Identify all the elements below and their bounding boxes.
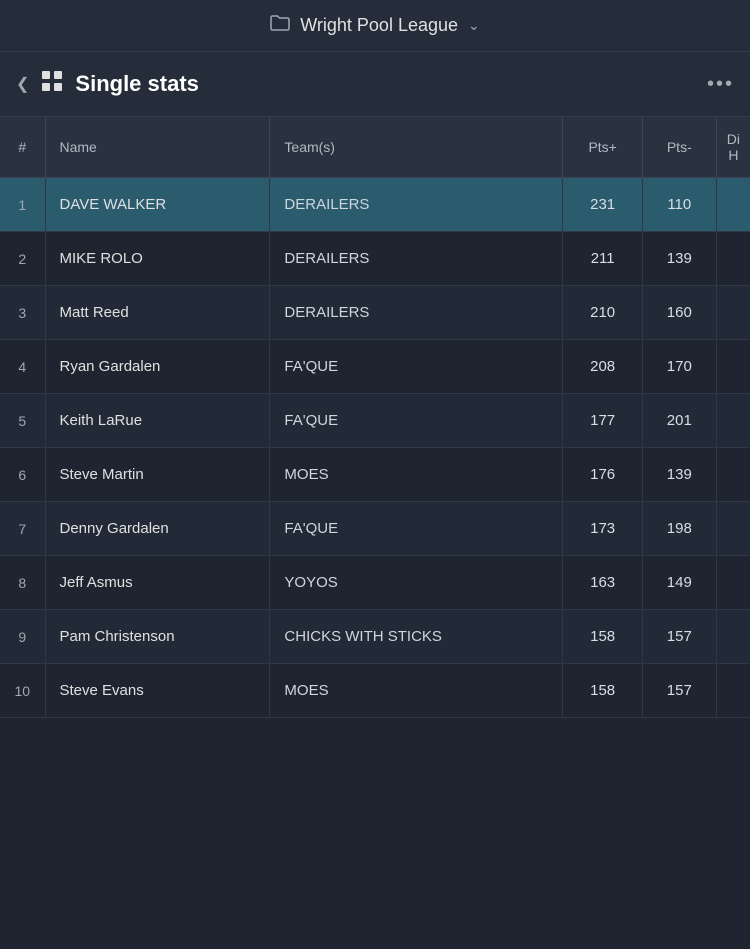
teams-cell: DERAILERS [270,286,563,340]
rank-cell: 4 [0,340,45,394]
di-cell [716,286,750,340]
teams-cell: MOES [270,664,563,718]
table-row: 1DAVE WALKERDERAILERS231110 [0,178,750,232]
name-cell: Steve Evans [45,664,270,718]
pts-plus-cell: 231 [563,178,642,232]
col-header-name: Name [45,117,270,178]
di-cell [716,502,750,556]
table-row: 8Jeff AsmusYOYOS163149 [0,556,750,610]
col-header-di: DiH [716,117,750,178]
name-cell: Pam Christenson [45,610,270,664]
pts-minus-cell: 110 [642,178,716,232]
pts-plus-cell: 208 [563,340,642,394]
teams-cell: DERAILERS [270,232,563,286]
section-title: Single stats [75,71,695,97]
rank-cell: 9 [0,610,45,664]
di-cell [716,448,750,502]
name-cell: Ryan Gardalen [45,340,270,394]
teams-cell: FA'QUE [270,394,563,448]
table-row: 5Keith LaRueFA'QUE177201 [0,394,750,448]
more-options-icon[interactable]: ••• [707,73,734,96]
pts-minus-cell: 160 [642,286,716,340]
rank-cell: 10 [0,664,45,718]
name-cell: DAVE WALKER [45,178,270,232]
pts-minus-cell: 157 [642,610,716,664]
rank-cell: 7 [0,502,45,556]
table-row: 6Steve MartinMOES176139 [0,448,750,502]
pts-plus-cell: 177 [563,394,642,448]
teams-cell: FA'QUE [270,502,563,556]
pts-plus-cell: 158 [563,610,642,664]
di-cell [716,232,750,286]
table-row: 3Matt ReedDERAILERS210160 [0,286,750,340]
pts-plus-cell: 211 [563,232,642,286]
pts-plus-cell: 158 [563,664,642,718]
rank-cell: 2 [0,232,45,286]
folder-icon [270,14,290,37]
di-cell [716,610,750,664]
di-cell [716,664,750,718]
col-header-pts-minus: Pts- [642,117,716,178]
stats-table: # Name Team(s) Pts+ Pts- DiH 1DAVE WALKE… [0,117,750,718]
top-bar: Wright Pool League ⌄ [0,0,750,52]
table-header-row: # Name Team(s) Pts+ Pts- DiH [0,117,750,178]
table-row: 7Denny GardalenFA'QUE173198 [0,502,750,556]
teams-cell: FA'QUE [270,340,563,394]
name-cell: Denny Gardalen [45,502,270,556]
grid-icon [41,70,63,98]
collapse-icon[interactable]: ❮ [16,74,29,94]
pts-plus-cell: 163 [563,556,642,610]
name-cell: Matt Reed [45,286,270,340]
rank-cell: 3 [0,286,45,340]
pts-minus-cell: 149 [642,556,716,610]
name-cell: Steve Martin [45,448,270,502]
pts-minus-cell: 157 [642,664,716,718]
pts-plus-cell: 176 [563,448,642,502]
table-row: 2MIKE ROLODERAILERS211139 [0,232,750,286]
teams-cell: DERAILERS [270,178,563,232]
pts-minus-cell: 198 [642,502,716,556]
chevron-down-icon[interactable]: ⌄ [468,17,480,34]
rank-cell: 5 [0,394,45,448]
pts-plus-cell: 173 [563,502,642,556]
rank-cell: 8 [0,556,45,610]
pts-minus-cell: 139 [642,448,716,502]
col-header-teams: Team(s) [270,117,563,178]
di-cell [716,340,750,394]
section-header: ❮ Single stats ••• [0,52,750,117]
table-row: 10Steve EvansMOES158157 [0,664,750,718]
teams-cell: YOYOS [270,556,563,610]
pts-minus-cell: 139 [642,232,716,286]
di-cell [716,394,750,448]
pts-minus-cell: 170 [642,340,716,394]
name-cell: MIKE ROLO [45,232,270,286]
name-cell: Jeff Asmus [45,556,270,610]
di-cell [716,178,750,232]
league-title: Wright Pool League [300,15,458,36]
rank-cell: 6 [0,448,45,502]
col-header-rank: # [0,117,45,178]
col-header-pts-plus: Pts+ [563,117,642,178]
table-row: 9Pam ChristensonCHICKS WITH STICKS158157 [0,610,750,664]
teams-cell: MOES [270,448,563,502]
pts-plus-cell: 210 [563,286,642,340]
stats-table-container: # Name Team(s) Pts+ Pts- DiH 1DAVE WALKE… [0,117,750,718]
table-row: 4Ryan GardalenFA'QUE208170 [0,340,750,394]
teams-cell: CHICKS WITH STICKS [270,610,563,664]
pts-minus-cell: 201 [642,394,716,448]
di-cell [716,556,750,610]
rank-cell: 1 [0,178,45,232]
name-cell: Keith LaRue [45,394,270,448]
